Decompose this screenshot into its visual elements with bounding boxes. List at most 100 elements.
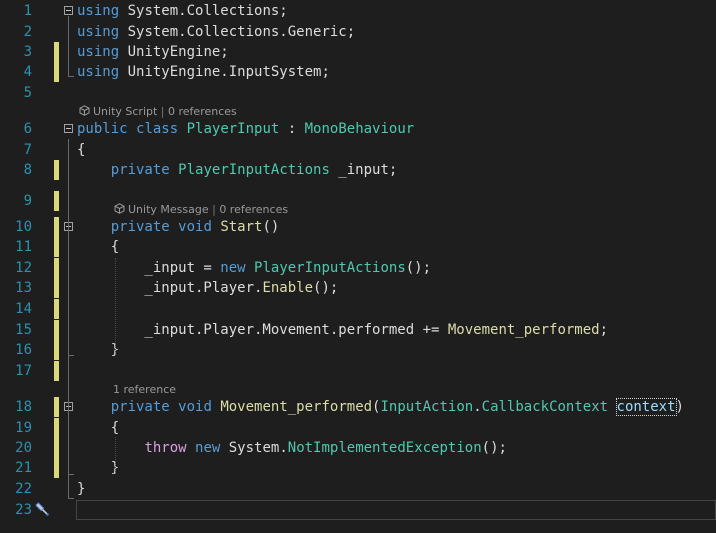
code-line[interactable]: private void Start() [77, 217, 280, 237]
code-token: ; [599, 322, 609, 338]
codelens[interactable]: Unity Script | 0 references [79, 105, 237, 119]
line-number: 5 [23, 85, 32, 101]
code-line[interactable]: _input.Player.Movement.performed += Move… [77, 320, 608, 340]
code-line[interactable]: using System.Collections.Generic; [77, 22, 355, 42]
change-indicator [54, 418, 59, 438]
collapse-region-icon[interactable] [64, 6, 73, 15]
code-token: } [77, 481, 86, 497]
change-indicator [54, 42, 59, 62]
code-token: new [220, 260, 246, 276]
code-token: (); [313, 280, 339, 296]
code-line[interactable]: using UnityEngine.InputSystem; [77, 62, 330, 82]
code-token: InputAction [380, 399, 474, 415]
code-line[interactable]: } [77, 479, 85, 499]
code-token: Enable [262, 280, 314, 296]
change-indicator [54, 438, 59, 458]
context-parameter-token: context [615, 398, 677, 416]
code-token: CallbackContext [481, 399, 609, 415]
code-token: { [77, 142, 86, 158]
code-token: void [178, 219, 212, 235]
code-line[interactable]: private PlayerInputActions _input; [77, 160, 398, 180]
fold-guide-end [68, 498, 74, 499]
line-number: 20 [15, 440, 32, 456]
line-number: 9 [23, 193, 32, 209]
code-token: Start [220, 219, 263, 235]
code-line[interactable]: using System.Collections; [77, 1, 288, 21]
code-line[interactable]: } [77, 458, 119, 478]
line-number: 16 [15, 342, 32, 358]
codelens[interactable]: Unity Message | 0 references [114, 203, 288, 217]
code-line[interactable]: _input = new PlayerInputActions(); [77, 258, 431, 278]
change-indicator [54, 191, 59, 211]
fold-guide-line [68, 16, 69, 76]
quick-actions-screwdriver-icon[interactable] [33, 500, 53, 520]
change-indicator [54, 458, 59, 478]
line-number: 12 [15, 260, 32, 276]
change-indicator [54, 397, 59, 417]
unity-icon [79, 105, 93, 118]
fold-guide-line [68, 237, 69, 355]
code-line[interactable]: } [77, 340, 119, 360]
code-token: System.Collections; [119, 3, 288, 19]
code-token: public [77, 121, 128, 137]
code-token: System.Collections.Generic; [119, 24, 356, 40]
codelens-separator: | [208, 203, 220, 216]
code-token: } [77, 342, 120, 358]
collapse-region-icon[interactable] [64, 124, 73, 133]
code-token: { [77, 420, 120, 436]
code-token: using [77, 44, 120, 60]
code-token: using [77, 3, 120, 19]
fold-guide-end [68, 474, 74, 475]
code-line[interactable]: private void Movement_performed(InputAct… [77, 397, 684, 417]
codelens-kind: Unity Message [128, 203, 209, 216]
indent-guide [115, 437, 116, 474]
code-line[interactable]: public class PlayerInput : MonoBehaviour [77, 119, 414, 139]
code-token: _input = [77, 260, 221, 276]
change-indicator [54, 62, 59, 82]
line-number: 3 [23, 44, 32, 60]
line-number: 14 [15, 301, 32, 317]
code-token: private [110, 399, 170, 415]
code-line[interactable]: using UnityEngine; [77, 42, 229, 62]
code-token: class [136, 121, 179, 137]
code-line[interactable]: { [77, 237, 119, 257]
change-indicator [54, 340, 59, 360]
code-line[interactable]: _input.Player.Enable(); [77, 278, 338, 298]
unity-icon [114, 203, 128, 216]
line-number: 15 [15, 322, 32, 338]
codelens-kind: Unity Script [93, 105, 158, 118]
code-token: _input.Player. [77, 280, 263, 296]
line-number: 23 [15, 502, 32, 518]
code-token: new [195, 440, 221, 456]
code-token: } [77, 460, 120, 476]
line-number: 1 [23, 3, 32, 19]
change-indicator [54, 217, 59, 237]
line-number: 11 [15, 239, 32, 255]
code-token: UnityEngine.InputSystem; [119, 64, 330, 80]
codelens-separator: | [157, 105, 169, 118]
code-token: PlayerInputActions [254, 260, 406, 276]
code-line[interactable]: { [77, 418, 119, 438]
code-token: private [110, 219, 170, 235]
code-token: . [473, 399, 482, 415]
codelens[interactable]: 1 reference [113, 383, 176, 397]
line-number: 21 [15, 460, 32, 476]
code-line[interactable]: { [77, 140, 85, 160]
code-token: Movement_performed [220, 399, 373, 415]
line-number: 2 [23, 24, 32, 40]
code-token: MonoBehaviour [304, 121, 415, 137]
code-token: UnityEngine; [119, 44, 229, 60]
code-editor[interactable]: 1 using System.Collections; 2 using System.… [0, 0, 716, 533]
line-number: 10 [15, 219, 32, 235]
fold-guide-end [68, 76, 74, 77]
line-number: 13 [15, 280, 32, 296]
code-token: () [262, 219, 280, 235]
code-line[interactable]: throw new System.NotImplementedException… [77, 438, 507, 458]
change-indicator [54, 278, 59, 298]
